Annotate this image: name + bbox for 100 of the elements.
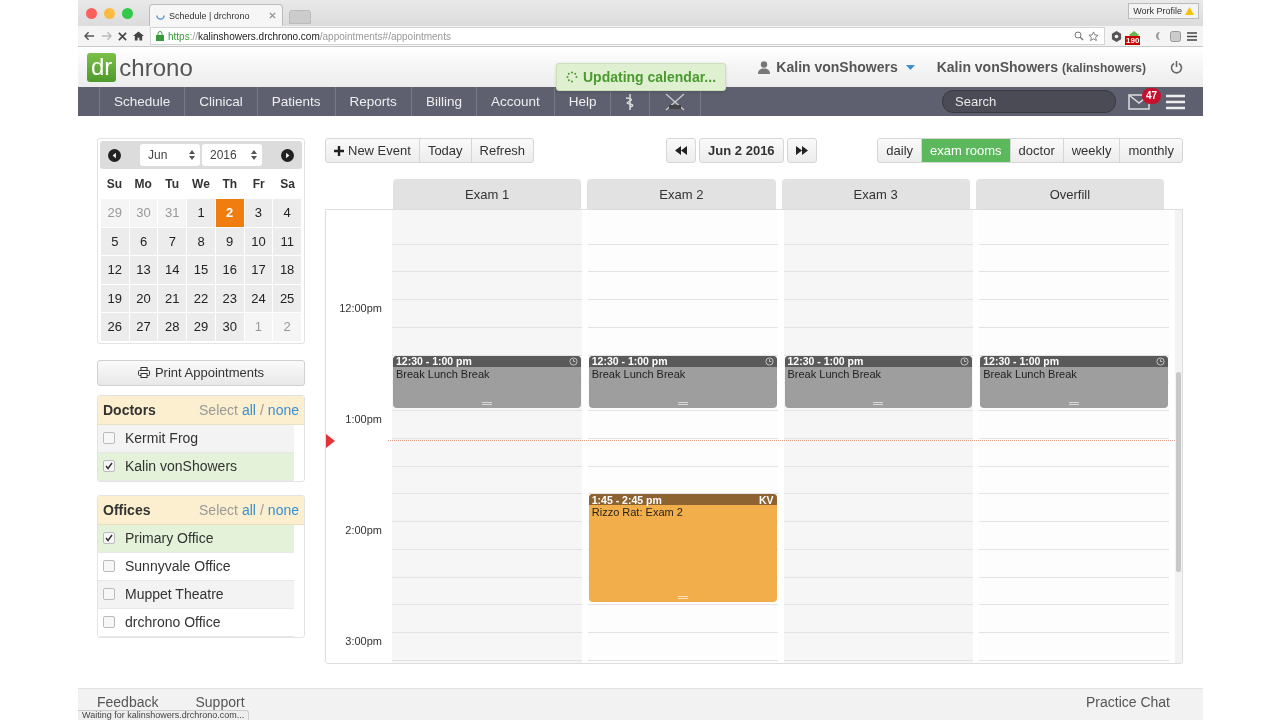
resize-handle-icon[interactable] xyxy=(677,402,688,405)
calendar-day[interactable]: 16 xyxy=(215,256,244,284)
calendar-day[interactable]: 23 xyxy=(215,284,244,312)
previous-day-button[interactable] xyxy=(666,138,697,163)
nav-item[interactable]: Billing xyxy=(410,87,476,116)
toolbar-button[interactable]: Today xyxy=(418,139,471,162)
scrollbar[interactable] xyxy=(1175,210,1182,663)
square-extension-icon[interactable] xyxy=(1170,30,1181,42)
home-icon[interactable] xyxy=(133,31,144,41)
search-field[interactable]: Search xyxy=(942,90,1116,113)
next-day-button[interactable] xyxy=(786,138,817,163)
drchrono-logo[interactable]: dr chrono xyxy=(87,52,193,82)
calendar-day[interactable]: 1 xyxy=(187,199,215,227)
resize-handle-icon[interactable] xyxy=(481,402,492,405)
checkbox[interactable] xyxy=(103,432,115,444)
time-label: 12:00pm xyxy=(339,302,382,314)
clock-icon xyxy=(1156,356,1165,366)
filter-label[interactable]: Sunnyvale Office xyxy=(125,558,231,574)
calendar-day[interactable]: 20 xyxy=(129,284,158,312)
date-button[interactable]: Jun 2 2016 xyxy=(699,138,784,163)
toolbar-button[interactable]: Refresh xyxy=(470,139,534,162)
event-card[interactable]: 12:30 - 1:00 pm Break Lunch Break xyxy=(784,355,973,408)
event-card[interactable]: 12:30 - 1:00 pm Break Lunch Break xyxy=(588,355,777,408)
column-header: Exam 3 xyxy=(781,179,970,209)
calendar-day[interactable]: 4 xyxy=(273,199,301,227)
calendar-day[interactable]: 3 xyxy=(244,199,273,227)
user-menu[interactable]: Kalin vonShowers xyxy=(758,59,915,75)
nav-item[interactable]: Clinical xyxy=(184,87,257,116)
view-tab[interactable]: weekly xyxy=(1062,139,1120,162)
calendar-day[interactable]: 13 xyxy=(129,256,158,284)
year-select[interactable]: 2016 xyxy=(202,144,262,166)
resize-handle-icon[interactable] xyxy=(677,596,688,600)
select-label: Select xyxy=(199,401,238,418)
back-icon[interactable] xyxy=(84,31,95,41)
menu-icon[interactable] xyxy=(1187,31,1197,41)
resize-handle-icon[interactable] xyxy=(1069,402,1080,405)
zoom-icon[interactable] xyxy=(1074,31,1084,41)
view-tab[interactable]: doctor xyxy=(1009,139,1063,162)
hexagon-extension-icon[interactable] xyxy=(1111,30,1122,42)
print-appointments-button[interactable]: Print Appointments xyxy=(97,359,305,386)
calendar-day[interactable]: 12 xyxy=(101,256,129,284)
calendar-day[interactable]: 5 xyxy=(101,227,129,255)
extension-icon[interactable]: 190 xyxy=(1128,30,1140,42)
event-card[interactable]: 12:30 - 1:00 pm Break Lunch Break xyxy=(393,355,581,408)
stop-icon[interactable] xyxy=(118,31,127,41)
calendar-day[interactable]: 6 xyxy=(129,227,158,255)
close-icon[interactable] xyxy=(269,12,276,19)
calendar-day[interactable]: 25 xyxy=(273,284,301,312)
calendar-day[interactable]: 17 xyxy=(244,256,273,284)
nav-item[interactable]: Reports xyxy=(334,87,411,116)
calendar-day[interactable]: 14 xyxy=(158,256,187,284)
browser-status-text: Waiting for kalinshowers.drchrono.com... xyxy=(78,710,250,720)
star-icon[interactable] xyxy=(1088,30,1099,42)
checkbox[interactable] xyxy=(103,588,115,600)
view-tab[interactable]: daily xyxy=(878,139,922,162)
calendar-day[interactable]: 28 xyxy=(158,313,187,341)
checkbox[interactable] xyxy=(103,460,115,472)
calendar-day[interactable]: 7 xyxy=(158,227,187,255)
practice-chat-button[interactable]: Practice Chat xyxy=(1085,695,1170,710)
staff-icon[interactable] xyxy=(625,93,636,110)
calendar-day[interactable]: 19 xyxy=(101,284,129,312)
crossed-swords-icon[interactable] xyxy=(664,92,687,111)
calendar-day[interactable]: 18 xyxy=(273,256,301,284)
calendar-day[interactable]: 15 xyxy=(187,256,215,284)
calendar-day[interactable]: 24 xyxy=(244,284,273,312)
nav-item[interactable]: Account xyxy=(475,87,554,116)
time-label: 1:00pm xyxy=(345,413,382,425)
close-window-icon[interactable] xyxy=(86,7,97,19)
footer-link[interactable]: Feedback xyxy=(97,695,159,710)
profile-button[interactable]: Work Profile xyxy=(1128,3,1199,19)
checkbox[interactable] xyxy=(103,616,115,628)
next-month-icon[interactable] xyxy=(281,148,294,162)
calendar-day[interactable]: 8 xyxy=(187,227,215,255)
calendar-day[interactable]: 11 xyxy=(273,227,301,255)
event-card[interactable]: 1:45 - 2:45 pm KV Rizzo Rat: Exam 2 xyxy=(588,494,777,603)
nav-item[interactable]: Patients xyxy=(256,87,335,116)
calendar-day[interactable]: 27 xyxy=(129,313,158,341)
calendar-day[interactable]: 10 xyxy=(244,227,273,255)
calendar-day[interactable]: 30 xyxy=(215,313,244,341)
calendar-day[interactable]: 29 xyxy=(187,313,215,341)
view-tab[interactable]: monthly xyxy=(1119,139,1182,162)
nav-item[interactable]: Schedule xyxy=(99,87,185,116)
calendar-day[interactable]: 22 xyxy=(187,284,215,312)
checkbox[interactable] xyxy=(103,560,115,572)
calendar-day[interactable]: 21 xyxy=(158,284,187,312)
previous-month-icon[interactable] xyxy=(108,148,121,162)
nav-item[interactable]: Help xyxy=(553,87,611,116)
month-select[interactable]: Jun xyxy=(140,144,200,166)
filter-label[interactable]: drchrono Office xyxy=(125,614,221,630)
event-time: 1:45 - 2:45 pm xyxy=(591,494,662,506)
footer-link[interactable]: Support xyxy=(195,695,245,710)
power-icon[interactable] xyxy=(1170,60,1183,74)
checkbox[interactable] xyxy=(103,532,115,544)
event-card[interactable]: 12:30 - 1:00 pm Break Lunch Break xyxy=(980,355,1168,408)
address-bar[interactable]: https://kalinshowers.drchrono.com/appointments#/appointments xyxy=(150,27,1105,45)
browser-tab[interactable]: Schedule | drchrono xyxy=(149,4,283,26)
calendar-day[interactable]: 9 xyxy=(215,227,244,255)
resize-handle-icon[interactable] xyxy=(873,402,884,405)
calendar-day[interactable]: 26 xyxy=(101,313,129,341)
toolbar-button[interactable]: New Event xyxy=(326,139,419,162)
